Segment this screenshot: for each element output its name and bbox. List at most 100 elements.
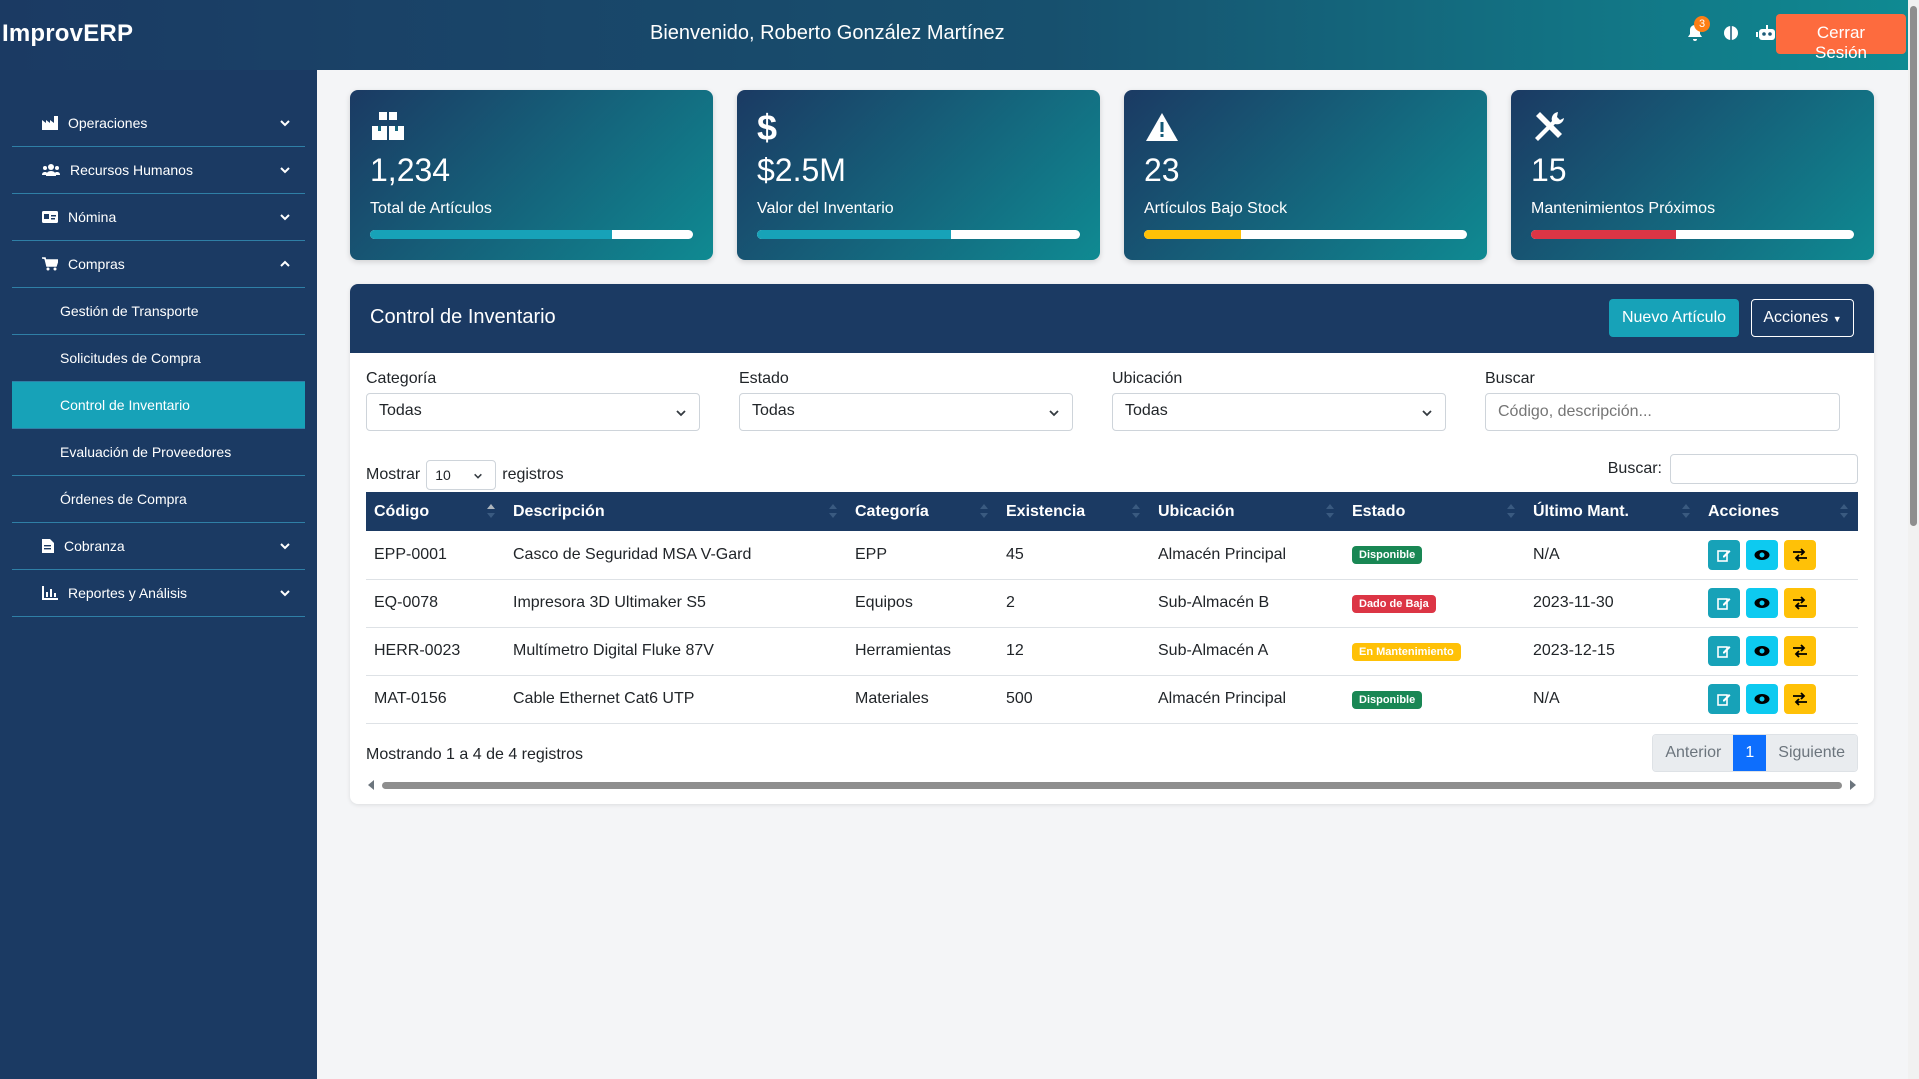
scroll-right-icon[interactable] [1848, 780, 1856, 790]
dollar-icon: $ [757, 110, 777, 144]
cell-actions [1700, 627, 1858, 675]
view-button[interactable] [1746, 588, 1778, 618]
column-header-estado[interactable]: Estado [1344, 492, 1525, 531]
search-input[interactable] [1485, 393, 1840, 431]
cell-status: Disponible [1344, 675, 1525, 723]
page-length-select[interactable]: 10 [426, 460, 497, 490]
table-row[interactable]: EQ-0078 Impresora 3D Ultimaker S5 Equipo… [366, 579, 1858, 627]
table-row[interactable]: MAT-0156 Cable Ethernet Cat6 UTP Materia… [366, 675, 1858, 723]
sidebar-subitem-ordenes-compra[interactable]: Órdenes de Compra [12, 476, 305, 523]
column-header-codigo[interactable]: Código [366, 492, 505, 531]
edit-icon [1717, 646, 1731, 658]
cell-last-maintenance: N/A [1533, 690, 1560, 707]
view-button[interactable] [1746, 636, 1778, 666]
sort-icon [1326, 504, 1334, 518]
sidebar-item-reportes[interactable]: Reportes y Análisis [12, 570, 305, 617]
stat-value: 1,234 [370, 152, 451, 188]
stat-label: Artículos Bajo Stock [1144, 200, 1288, 217]
cell-code: MAT-0156 [374, 690, 447, 707]
stat-progress-fill [370, 230, 613, 239]
status-select[interactable]: Todas [739, 393, 1073, 431]
table-search: Buscar: [1608, 454, 1858, 484]
cell-actions [1700, 579, 1858, 627]
cell-code: EPP-0001 [374, 545, 447, 563]
exchange-icon [1793, 692, 1807, 706]
brain-icon[interactable] [1720, 22, 1742, 44]
column-header-descripcion[interactable]: Descripción [505, 492, 847, 531]
page-length-value: 10 [435, 467, 451, 483]
next-page-button[interactable]: Siguiente [1766, 735, 1857, 771]
table-search-input[interactable] [1670, 454, 1858, 484]
eye-icon [1754, 694, 1770, 704]
chevron-down-icon [280, 590, 290, 597]
cell-category: Herramientas [855, 642, 952, 659]
stat-value: 23 [1144, 152, 1180, 188]
page-1-button[interactable]: 1 [1733, 735, 1767, 771]
page-scrollbar[interactable] [1908, 0, 1919, 1079]
sidebar-subitem-gestion-transporte[interactable]: Gestión de Transporte [12, 288, 305, 335]
scrollbar-thumb[interactable] [382, 782, 1842, 789]
eye-icon [1754, 646, 1770, 656]
location-select[interactable]: Todas [1112, 393, 1446, 431]
boxes-icon [372, 112, 404, 140]
edit-button[interactable] [1708, 539, 1740, 570]
stat-label: Valor del Inventario [757, 200, 894, 217]
caret-down-icon: ▼ [1832, 314, 1842, 324]
top-header: ImprovERP Bienvenido, Roberto González M… [0, 0, 1908, 70]
view-button[interactable] [1746, 684, 1778, 714]
chevron-down-icon [676, 410, 686, 417]
cell-code: HERR-0023 [374, 642, 461, 659]
sidebar-subitem-solicitudes-compra[interactable]: Solicitudes de Compra [12, 335, 305, 382]
cell-location: Sub-Almacén A [1158, 642, 1269, 659]
sort-icon [1682, 504, 1690, 518]
chevron-down-icon [474, 473, 483, 479]
category-select-value: Todas [379, 402, 422, 419]
edit-button[interactable] [1708, 588, 1740, 618]
sidebar-item-nomina[interactable]: Nómina [12, 194, 305, 241]
edit-button[interactable] [1708, 684, 1740, 714]
column-header-ultimo-mant[interactable]: Último Mant. [1525, 492, 1700, 531]
records-info: Mostrando 1 a 4 de 4 registros [366, 746, 584, 763]
transfer-button[interactable] [1784, 684, 1816, 714]
stat-card-valor-inventario: $ $2.5M Valor del Inventario [737, 90, 1100, 260]
bell-icon[interactable]: 3 [1684, 16, 1710, 44]
view-button[interactable] [1746, 539, 1778, 570]
transfer-button[interactable] [1784, 636, 1816, 666]
sidebar-item-compras[interactable]: Compras [12, 241, 305, 288]
sidebar-item-operaciones[interactable]: Operaciones [12, 100, 305, 147]
logout-button[interactable]: Cerrar Sesión [1776, 14, 1906, 62]
sort-icon [980, 504, 988, 518]
edit-button[interactable] [1708, 636, 1740, 666]
inventory-panel: Control de Inventario Nuevo Artículo Acc… [350, 284, 1874, 804]
brand-logo[interactable]: ImprovERP [2, 20, 133, 48]
transfer-button[interactable] [1784, 539, 1816, 570]
table-row[interactable]: EPP-0001 Casco de Seguridad MSA V-Gard E… [366, 531, 1858, 579]
actions-dropdown-button[interactable]: Acciones ▼ [1751, 299, 1854, 337]
sidebar-item-cobranza[interactable]: Cobranza [12, 523, 305, 570]
location-filter: Ubicación Todas [1112, 370, 1485, 431]
new-item-button[interactable]: Nuevo Artículo [1609, 299, 1739, 337]
scroll-left-icon[interactable] [368, 780, 376, 790]
filters-row: Categoría Todas Estado Todas Ubicación T… [366, 370, 1858, 431]
transfer-button[interactable] [1784, 588, 1816, 618]
stat-progress-bar [1531, 230, 1854, 239]
sidebar-item-recursos-humanos[interactable]: Recursos Humanos [12, 147, 305, 194]
robot-icon[interactable] [1756, 22, 1778, 44]
sidebar-subitem-control-inventario[interactable]: Control de Inventario [12, 382, 305, 429]
column-header-ubicacion[interactable]: Ubicación [1150, 492, 1344, 531]
notification-badge: 3 [1694, 16, 1710, 32]
category-label: Categoría [366, 370, 437, 387]
sidebar-subitem-evaluacion-proveedores[interactable]: Evaluación de Proveedores [12, 429, 305, 476]
sidebar-item-label: Operaciones [68, 115, 148, 131]
scrollbar-thumb[interactable] [1910, 6, 1917, 526]
category-select[interactable]: Todas [366, 393, 700, 431]
column-header-existencia[interactable]: Existencia [998, 492, 1150, 531]
sort-icon [829, 504, 837, 518]
edit-icon [1717, 598, 1731, 610]
page-length-control: Mostrar 10 registros [366, 460, 564, 490]
table-horizontal-scrollbar[interactable] [366, 778, 1858, 792]
stat-progress-fill [757, 230, 951, 239]
column-header-categoria[interactable]: Categoría [847, 492, 998, 531]
table-row[interactable]: HERR-0023 Multímetro Digital Fluke 87V H… [366, 627, 1858, 675]
prev-page-button[interactable]: Anterior [1653, 735, 1734, 771]
